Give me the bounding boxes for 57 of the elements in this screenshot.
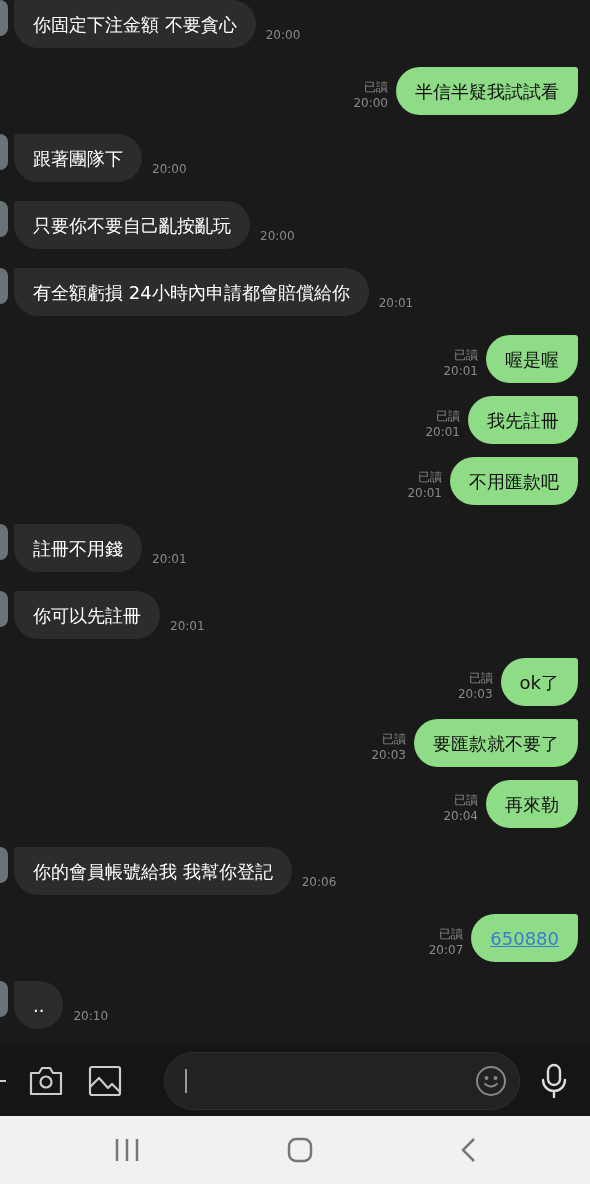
message-bubble: 喔是喔 [486,335,578,383]
timestamp: 20:00 [353,95,388,111]
read-receipt: 已讀 [364,79,388,95]
read-receipt: 已讀 [418,469,442,485]
message-bubble: ok了 [500,658,578,706]
message-bubble: 我先註冊 [468,396,578,444]
avatar[interactable] [0,0,8,36]
timestamp: 20:01 [425,424,460,440]
read-receipt: 已讀 [382,731,406,747]
avatar[interactable] [0,134,8,170]
message-bubble: 只要你不要自己亂按亂玩 [14,201,250,249]
number-link[interactable]: 650880 [490,924,559,952]
message-bubble: 不用匯款吧 [450,457,578,505]
timestamp: 20:01 [378,295,414,312]
read-receipt: 已讀 [454,347,478,363]
timestamp: 20:00 [260,228,295,245]
timestamp: 20:00 [265,27,301,44]
read-receipt: 已讀 [436,408,460,424]
timestamp: 20:03 [371,747,406,763]
message-bubble: 你固定下注金額 不要貪心 [14,0,256,48]
read-receipt: 已讀 [454,792,478,808]
message-bubble: 半信半疑我試試看 [396,67,578,115]
message-bubble: 註冊不用錢 [14,524,142,572]
avatar[interactable] [0,981,8,1017]
timestamp: 20:01 [152,551,187,568]
avatar[interactable] [0,524,8,560]
read-receipt: 已讀 [439,926,464,942]
home-icon[interactable] [287,1137,313,1164]
message-bubble: 要匯款就不要了 [414,719,578,767]
avatar[interactable] [0,847,8,883]
recent-apps-icon[interactable] [113,1138,140,1163]
message-bubble: 有全額虧損 24小時內申請都會賠償給你 [14,268,369,316]
timestamp: 20:10 [73,1008,109,1025]
text-cursor [185,1068,187,1093]
back-icon[interactable] [460,1137,477,1164]
read-receipt: 已讀 [468,670,493,686]
camera-icon[interactable] [28,1064,64,1097]
message-bubble: .. [14,981,64,1029]
image-icon[interactable] [88,1064,122,1097]
timestamp: 20:07 [428,942,464,958]
timestamp: 20:00 [152,161,187,178]
avatar[interactable] [0,201,8,237]
timestamp: 20:03 [457,686,493,702]
microphone-icon[interactable] [540,1062,568,1099]
message-bubble: 你的會員帳號給我 我幫你登記 [14,847,292,895]
message-bubble: 再來勒 [486,780,578,828]
message-bubble: 跟著團隊下 [14,134,142,182]
timestamp: 20:06 [301,874,337,891]
avatar[interactable] [0,591,8,627]
timestamp: 20:01 [407,485,442,501]
avatar[interactable] [0,268,8,304]
plus-icon[interactable] [0,1079,6,1082]
timestamp: 20:01 [443,363,478,379]
message-bubble: 你可以先註冊 [14,591,160,639]
timestamp: 20:01 [170,618,205,635]
timestamp: 20:04 [443,808,478,824]
emoji-icon[interactable] [475,1064,507,1097]
